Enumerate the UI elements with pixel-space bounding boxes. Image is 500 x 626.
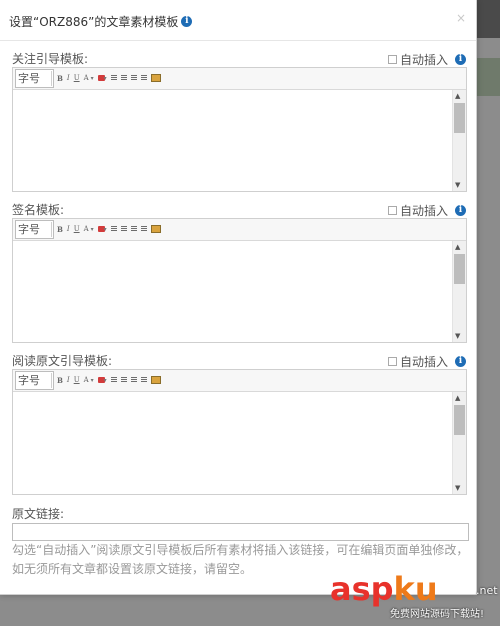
scroll-thumb[interactable] (454, 103, 465, 133)
underline-button[interactable]: U (74, 376, 80, 384)
read-more-template-label: 阅读原文引导模板: (12, 354, 113, 368)
toolbar-divider (51, 222, 52, 237)
watermark-subtitle: 免费网站源码下载站! (390, 609, 485, 620)
editor-content-area[interactable] (13, 241, 453, 342)
signature-auto-insert-checkbox[interactable] (387, 206, 397, 215)
info-icon[interactable]: i (455, 205, 466, 216)
scroll-down-arrow-icon[interactable]: ▼ (455, 484, 460, 492)
align-left-icon[interactable] (110, 75, 117, 81)
underline-button[interactable]: U (74, 74, 80, 82)
follow-template-label: 关注引导模板: (12, 52, 89, 66)
highlight-dropdown-icon[interactable]: ▾ (104, 226, 107, 233)
align-center-icon[interactable] (120, 75, 127, 81)
align-justify-icon[interactable] (140, 377, 147, 383)
insert-image-icon[interactable] (150, 225, 161, 233)
follow-auto-insert-toggle[interactable]: 自动插入 i (387, 51, 466, 68)
align-center-icon[interactable] (120, 226, 127, 232)
underline-button[interactable]: U (74, 225, 80, 233)
highlight-dropdown-icon[interactable]: ▾ (104, 75, 107, 82)
info-icon[interactable]: i (455, 356, 466, 367)
toolbar-divider (51, 373, 52, 388)
editor-content-area[interactable] (13, 90, 453, 191)
signature-template-editor: 字号 B I U A ▾ ▾ ▲ ▼ (12, 218, 467, 343)
editor-scrollbar[interactable]: ▲ ▼ (452, 241, 466, 342)
font-color-button[interactable]: A (84, 376, 89, 384)
align-center-icon[interactable] (120, 377, 127, 383)
bold-button[interactable]: B (57, 376, 63, 385)
source-link-label: 原文链接: (12, 507, 65, 521)
align-left-icon[interactable] (110, 377, 117, 383)
align-right-icon[interactable] (130, 377, 137, 383)
dialog-title-text: 设置“ORZ886”的文章素材模板 (9, 15, 179, 29)
insert-image-icon[interactable] (150, 74, 161, 82)
watermark-asp: asp (330, 570, 394, 608)
highlight-dropdown-icon[interactable]: ▾ (104, 377, 107, 384)
scroll-down-arrow-icon[interactable]: ▼ (455, 181, 460, 189)
watermark-ku: ku (393, 570, 438, 608)
background-strip-top (476, 0, 500, 38)
font-size-select[interactable]: 字号 (15, 220, 54, 239)
editor-toolbar: 字号 B I U A ▾ ▾ (13, 68, 466, 90)
follow-auto-insert-label: 自动插入 (399, 53, 448, 67)
signature-auto-insert-toggle[interactable]: 自动插入 i (387, 202, 466, 219)
font-size-select[interactable]: 字号 (15, 371, 54, 390)
info-icon[interactable]: i (455, 54, 466, 65)
dialog-title: 设置“ORZ886”的文章素材模板 i (9, 13, 193, 30)
background-strip-mid (476, 58, 500, 96)
font-size-select[interactable]: 字号 (15, 69, 54, 88)
follow-template-editor: 字号 B I U A ▾ ▾ ▲ ▼ (12, 67, 467, 192)
insert-image-icon[interactable] (150, 376, 161, 384)
scroll-up-arrow-icon[interactable]: ▲ (455, 394, 460, 402)
close-button[interactable]: × (456, 11, 466, 25)
signature-template-label: 签名模板: (12, 203, 65, 217)
align-justify-icon[interactable] (140, 75, 147, 81)
template-settings-dialog: 设置“ORZ886”的文章素材模板 i × 关注引导模板: 自动插入 i 字号 B… (0, 0, 477, 595)
font-color-dropdown-icon[interactable]: ▾ (91, 75, 94, 82)
bold-button[interactable]: B (57, 225, 63, 234)
scroll-up-arrow-icon[interactable]: ▲ (455, 243, 460, 251)
font-color-dropdown-icon[interactable]: ▾ (91, 377, 94, 384)
font-color-button[interactable]: A (84, 225, 89, 233)
follow-auto-insert-checkbox[interactable] (387, 55, 397, 64)
read-more-auto-insert-toggle[interactable]: 自动插入 i (387, 353, 466, 370)
align-right-icon[interactable] (130, 226, 137, 232)
editor-toolbar: 字号 B I U A ▾ ▾ (13, 370, 466, 392)
read-more-template-editor: 字号 B I U A ▾ ▾ ▲ ▼ (12, 369, 467, 495)
editor-scrollbar[interactable]: ▲ ▼ (452, 392, 466, 494)
watermark-logo: aspku .net 免费网站源码下载站! (330, 570, 498, 620)
watermark-net: .net (476, 584, 498, 597)
editor-content-area[interactable] (13, 392, 453, 494)
dialog-header: 设置“ORZ886”的文章素材模板 i × (0, 0, 476, 41)
toolbar-divider (51, 71, 52, 86)
italic-button[interactable]: I (67, 225, 70, 233)
scroll-thumb[interactable] (454, 405, 465, 435)
align-left-icon[interactable] (110, 226, 117, 232)
scroll-up-arrow-icon[interactable]: ▲ (455, 92, 460, 100)
font-color-dropdown-icon[interactable]: ▾ (91, 226, 94, 233)
italic-button[interactable]: I (67, 376, 70, 384)
align-right-icon[interactable] (130, 75, 137, 81)
bold-button[interactable]: B (57, 74, 63, 83)
editor-scrollbar[interactable]: ▲ ▼ (452, 90, 466, 191)
editor-toolbar: 字号 B I U A ▾ ▾ (13, 219, 466, 241)
italic-button[interactable]: I (67, 74, 70, 82)
source-link-input[interactable] (12, 523, 469, 541)
info-icon[interactable]: i (181, 16, 193, 27)
signature-auto-insert-label: 自动插入 (399, 204, 448, 218)
scroll-thumb[interactable] (454, 254, 465, 284)
scroll-down-arrow-icon[interactable]: ▼ (455, 332, 460, 340)
align-justify-icon[interactable] (140, 226, 147, 232)
font-color-button[interactable]: A (84, 74, 89, 82)
read-more-auto-insert-checkbox[interactable] (387, 357, 397, 366)
read-more-auto-insert-label: 自动插入 (399, 355, 448, 369)
